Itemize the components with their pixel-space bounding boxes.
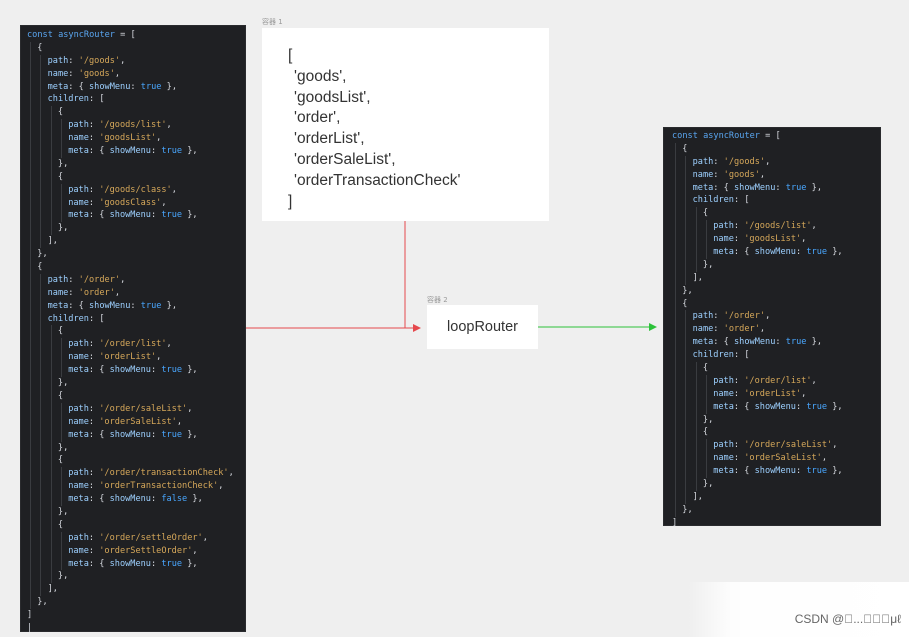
array-to-loop-arrow	[404, 221, 420, 329]
watermark-background	[688, 582, 909, 637]
csdn-watermark: CSDN @ ...   μℓ	[794, 612, 901, 626]
connector-arrows	[246, 221, 657, 332]
